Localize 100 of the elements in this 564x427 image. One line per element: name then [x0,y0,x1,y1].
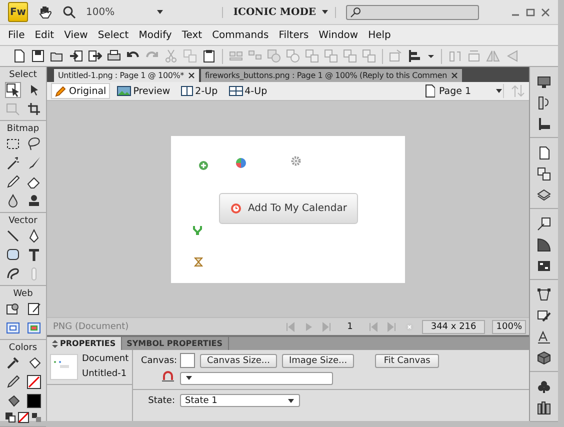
blur-tool-icon[interactable] [6,194,20,208]
menu-item[interactable]: Commands [207,30,274,40]
new-file-icon[interactable] [12,49,26,63]
panel-tab[interactable]: PROPERTIES [47,337,122,350]
path-icon[interactable] [537,288,551,302]
quad-view-icon [228,85,243,97]
menu-item[interactable]: File [3,30,30,40]
default-colors-icon[interactable] [4,412,16,423]
zoom-dropdown[interactable]: 100% [492,320,526,334]
panel-tab[interactable]: SYMBOL PROPERTIES [122,337,229,350]
tool-group-label: Vector [8,216,38,226]
monitor-icon[interactable] [537,75,551,89]
pencil-tool-icon[interactable] [6,175,20,189]
slice-tool-icon[interactable] [26,302,40,316]
text-tool-icon[interactable] [26,248,40,262]
crop-tool-icon[interactable] [26,102,40,116]
gear-icon [291,156,301,166]
image-icon [117,85,132,97]
collapse-icon [52,340,58,348]
show-slices-icon[interactable] [26,321,40,335]
rubber-stamp-tool-icon[interactable] [26,194,40,208]
import-icon[interactable] [69,49,83,63]
document-thumbnail [50,354,78,380]
magic-wand-tool-icon[interactable] [6,156,20,170]
page-icon [423,84,435,98]
export-icon[interactable] [88,49,102,63]
pointer-tool-icon[interactable] [6,83,20,97]
close-tab-icon[interactable] [188,72,195,79]
menu-item[interactable]: View [59,30,93,40]
align-icon[interactable] [408,49,422,63]
layers-icon[interactable] [537,188,551,202]
panel-button[interactable]: Canvas Size... [200,354,277,368]
edit-icon[interactable] [537,309,551,323]
hide-slices-icon[interactable] [6,321,20,335]
close-tab-icon[interactable] [450,72,458,79]
add-to-calendar-button[interactable]: Add To My Calendar [219,192,358,224]
document-tab[interactable]: Untitled-1.png : Page 1 @ 100%* [54,69,199,82]
search-field[interactable] [346,4,479,20]
split-view-icon [181,85,194,97]
tool-group-label: Select [9,70,37,80]
page-selector[interactable]: Page 1 [439,86,472,96]
canvas-color-swatch[interactable] [180,353,195,368]
stroke-swatch-icon[interactable] [26,375,40,389]
eraser-tool-icon[interactable] [26,175,40,189]
states-icon[interactable] [537,167,551,181]
pages-icon[interactable] [537,96,551,110]
view-tab[interactable]: Original [51,83,110,99]
zoom-icon[interactable] [62,5,76,19]
close-icon[interactable] [541,8,550,16]
zoom-level[interactable]: 100% [86,6,146,18]
eyedropper-tool-icon[interactable] [6,356,20,370]
pen-tool-icon[interactable] [26,229,40,243]
document-tab[interactable]: fireworks_buttons.png : Page 1 @ 100% (Reply to this Commen [200,69,462,82]
view-tab[interactable]: 4-Up [224,83,272,99]
menu-item[interactable]: Filters [274,30,314,40]
swap-colors-icon[interactable] [30,412,42,423]
cube-icon[interactable] [537,351,551,365]
club-icon[interactable] [537,380,551,394]
gradient-icon[interactable] [537,238,551,252]
line-tool-icon[interactable] [6,229,20,243]
hotspot-tool-icon[interactable] [6,302,20,316]
object-type: Document [82,354,129,364]
freeform-tool-icon[interactable] [6,267,20,281]
fill-swatch-icon[interactable] [26,394,40,408]
paste-icon[interactable] [202,49,216,63]
maximize-icon[interactable] [526,8,535,16]
fill-color-icon[interactable] [6,394,20,408]
workspace-switcher[interactable]: ICONIC MODE [233,6,316,18]
search-icon [350,6,361,18]
paint-bucket-tool-icon[interactable] [26,356,40,370]
save-icon[interactable] [31,49,45,63]
panel-button[interactable]: Fit Canvas [375,354,440,368]
no-color-icon[interactable] [18,412,28,423]
rectangle-tool-icon[interactable] [6,248,20,262]
print-icon[interactable] [107,49,121,63]
view-tab[interactable]: 2-Up [177,83,222,99]
text-style-icon[interactable] [537,330,551,344]
styles-icon[interactable] [537,217,551,231]
hand-icon[interactable] [38,5,52,19]
menu-item[interactable]: Text [176,30,208,40]
stroke-color-icon[interactable] [6,375,20,389]
marquee-tool-icon[interactable] [6,137,20,151]
document-name: Untitled-1 [82,369,128,379]
menu-item[interactable]: Select [92,30,134,40]
dropdown-field[interactable] [180,372,333,384]
menu-item[interactable]: Help [363,30,396,40]
page-icon[interactable] [537,146,551,160]
lasso-tool-icon[interactable] [26,137,40,151]
brush-tool-icon[interactable] [26,156,40,170]
menu-item[interactable]: Edit [30,30,60,40]
library-icon[interactable] [537,401,551,415]
menu-item[interactable]: Modify [134,30,177,40]
view-tab[interactable]: Preview [113,83,174,99]
state-dropdown[interactable]: State 1 [180,394,300,407]
menu-item[interactable]: Window [314,30,364,40]
align-panel-icon[interactable] [537,117,551,131]
tool-group-label: Bitmap [6,124,40,134]
tool-group-label: Colors [8,343,38,353]
swatches-icon[interactable] [537,259,551,273]
panel-button[interactable]: Image Size... [282,354,354,368]
